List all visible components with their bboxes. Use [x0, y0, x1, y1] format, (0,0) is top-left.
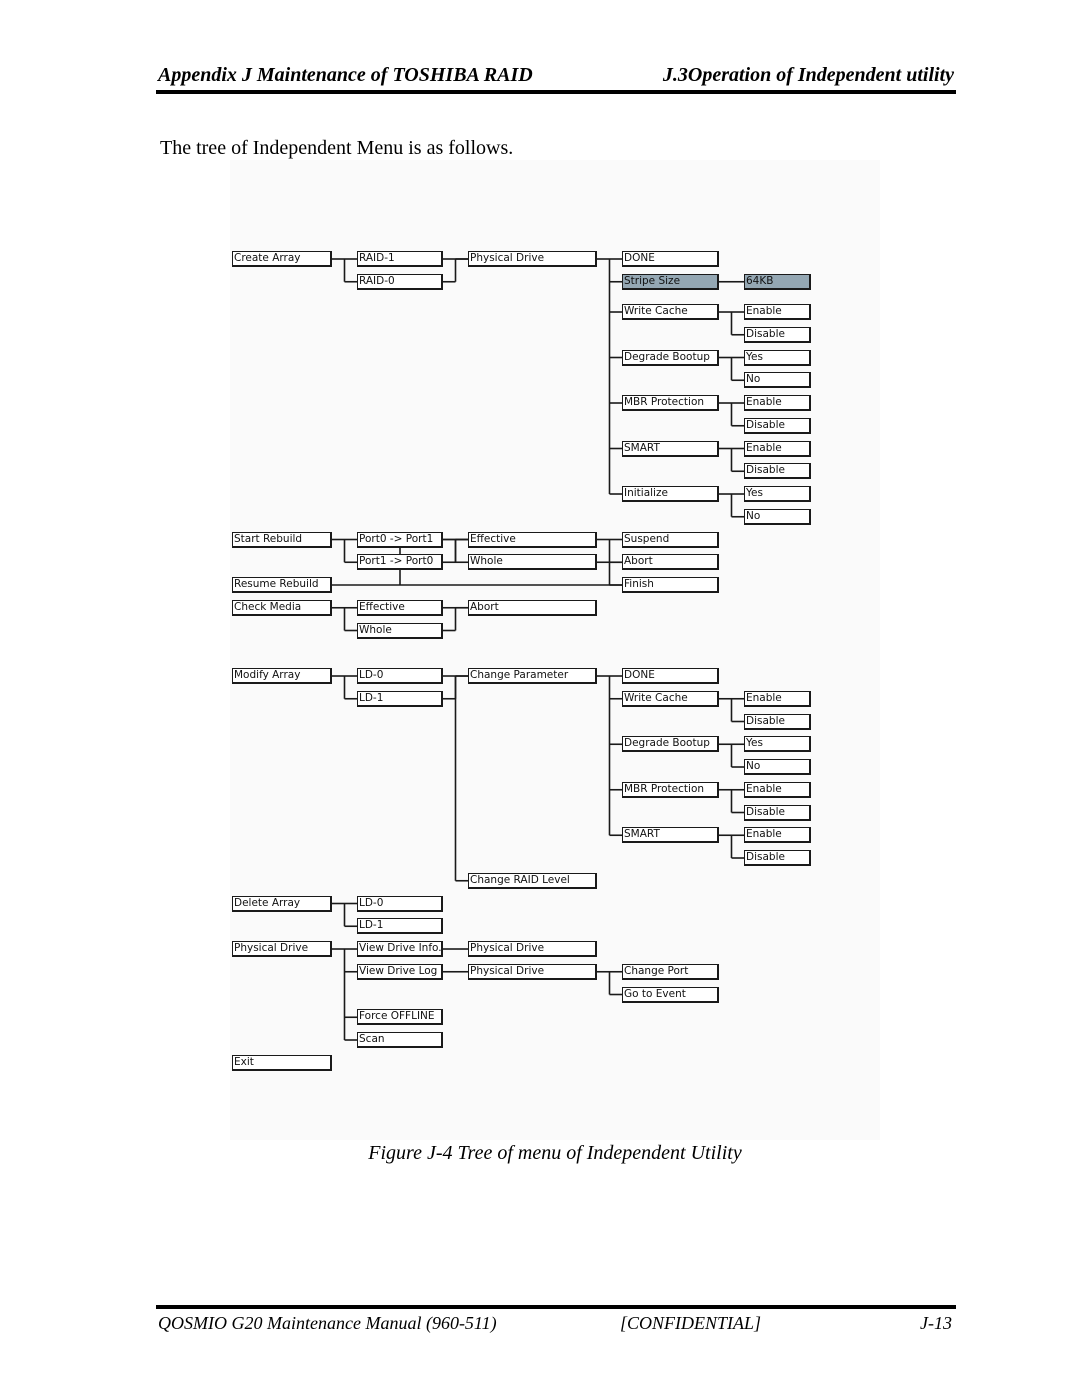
menu-node-ca-init-no: No — [744, 508, 811, 525]
menu-node-ma-db-yes: Yes — [744, 736, 811, 753]
menu-node-cm-abort: Abort — [468, 599, 597, 616]
menu-node-check-media: Check Media — [232, 599, 332, 616]
menu-node-sr-finish: Finish — [622, 577, 719, 593]
menu-node-pd-vdi-pd: Physical Drive — [468, 941, 597, 957]
menu-node-cm-whole: Whole — [357, 622, 443, 639]
menu-node-ca-mbr-en: Enable — [744, 395, 811, 411]
menu-node-ma-wc-dis: Disable — [744, 713, 811, 730]
menu-node-ca-smart-en: Enable — [744, 440, 811, 457]
menu-node-ma-mbr-en: Enable — [744, 781, 811, 798]
menu-node-da-ld0: LD-0 — [357, 895, 443, 912]
footer-rule — [156, 1305, 956, 1309]
menu-node-ma-mbr: MBR Protection — [622, 781, 719, 798]
footer-confidential: [CONFIDENTIAL] — [620, 1313, 762, 1333]
menu-node-pd-vdi: View Drive Info. — [357, 941, 443, 957]
menu-node-ca-stripe: Stripe Size — [622, 273, 719, 290]
menu-node-ca-wc-dis: Disable — [744, 326, 811, 343]
menu-node-ca-done: DONE — [622, 251, 719, 267]
menu-node-pd-vdl: View Drive Log — [357, 963, 443, 980]
menu-node-ma-wc-en: Enable — [744, 690, 811, 707]
menu-node-ca-mbr-dis: Disable — [744, 417, 811, 434]
menu-node-raid1: RAID-1 — [357, 251, 443, 267]
menu-node-ca-db: Degrade Bootup — [622, 349, 719, 366]
menu-node-ma-done: DONE — [622, 668, 719, 684]
menu-node-ma-cp: Change Parameter — [468, 668, 597, 684]
menu-node-ma-ld0: LD-0 — [357, 668, 443, 684]
menu-node-physical-drive: Physical Drive — [232, 941, 332, 957]
menu-node-ca-wc-en: Enable — [744, 304, 811, 320]
menu-node-ca-mbr: MBR Protection — [622, 395, 719, 411]
menu-node-ca-smart-dis: Disable — [744, 463, 811, 480]
menu-node-modify-array: Modify Array — [232, 668, 332, 684]
menu-node-ma-mbr-dis: Disable — [744, 804, 811, 821]
menu-node-ma-smart: SMART — [622, 827, 719, 844]
menu-node-ca-init: Initialize — [622, 486, 719, 502]
menu-node-cm-eff: Effective — [357, 599, 443, 616]
menu-node-sr-whole: Whole — [468, 554, 597, 571]
menu-node-sr-eff: Effective — [468, 531, 597, 548]
menu-node-pd-force: Force OFFLINE — [357, 1009, 443, 1026]
menu-node-ca-phys: Physical Drive — [468, 251, 597, 267]
menu-node-resume-rebuild: Resume Rebuild — [232, 577, 332, 593]
menu-node-pd-scan: Scan — [357, 1032, 443, 1048]
menu-node-create-array: Create Array — [232, 251, 332, 267]
menu-node-ma-db-no: No — [744, 759, 811, 775]
menu-node-ma-ld1: LD-1 — [357, 690, 443, 707]
footer-manual-title: QOSMIO G20 Maintenance Manual (960-511) — [158, 1313, 497, 1333]
menu-node-ca-64kb: 64KB — [744, 273, 811, 290]
header-rule — [156, 90, 956, 94]
menu-node-ca-db-yes: Yes — [744, 349, 811, 366]
figure-caption: Figure J-4 Tree of menu of Independent U… — [368, 1142, 742, 1164]
menu-node-pd-vdl-pd: Physical Drive — [468, 963, 597, 980]
menu-node-ma-wc: Write Cache — [622, 690, 719, 707]
menu-node-raid0: RAID-0 — [357, 273, 443, 290]
menu-node-ca-smart: SMART — [622, 440, 719, 457]
menu-node-delete-array: Delete Array — [232, 895, 332, 912]
menu-node-sr-suspend: Suspend — [622, 531, 719, 548]
header-chapter-title: Appendix J Maintenance of TOSHIBA RAID — [158, 64, 533, 86]
menu-node-ma-smart-dis: Disable — [744, 850, 811, 866]
intro-text: The tree of Independent Menu is as follo… — [160, 137, 514, 159]
menu-node-ca-wc: Write Cache — [622, 304, 719, 320]
header-section-title: J.3Operation of Independent utility — [662, 64, 954, 86]
menu-node-da-ld1: LD-1 — [357, 918, 443, 935]
menu-node-p1p0: Port1 -> Port0 — [357, 554, 443, 571]
menu-node-pd-cport: Change Port — [622, 963, 719, 980]
menu-node-ma-smart-en: Enable — [744, 827, 811, 844]
menu-node-ca-db-no: No — [744, 372, 811, 389]
menu-tree-diagram: Create Array RAID-1 RAID-0 Physical Drive DO… — [230, 160, 880, 1140]
menu-node-pd-goevent: Go to Event — [622, 986, 719, 1003]
menu-node-sr-abort: Abort — [622, 554, 719, 571]
menu-node-exit: Exit — [232, 1054, 332, 1071]
footer-page-number: J-13 — [920, 1313, 952, 1333]
menu-node-ma-crl: Change RAID Level — [468, 872, 597, 889]
menu-node-ma-db: Degrade Bootup — [622, 736, 719, 753]
menu-node-start-rebuild: Start Rebuild — [232, 531, 332, 548]
menu-node-ca-init-yes: Yes — [744, 486, 811, 502]
menu-node-p0p1: Port0 -> Port1 — [357, 531, 443, 548]
